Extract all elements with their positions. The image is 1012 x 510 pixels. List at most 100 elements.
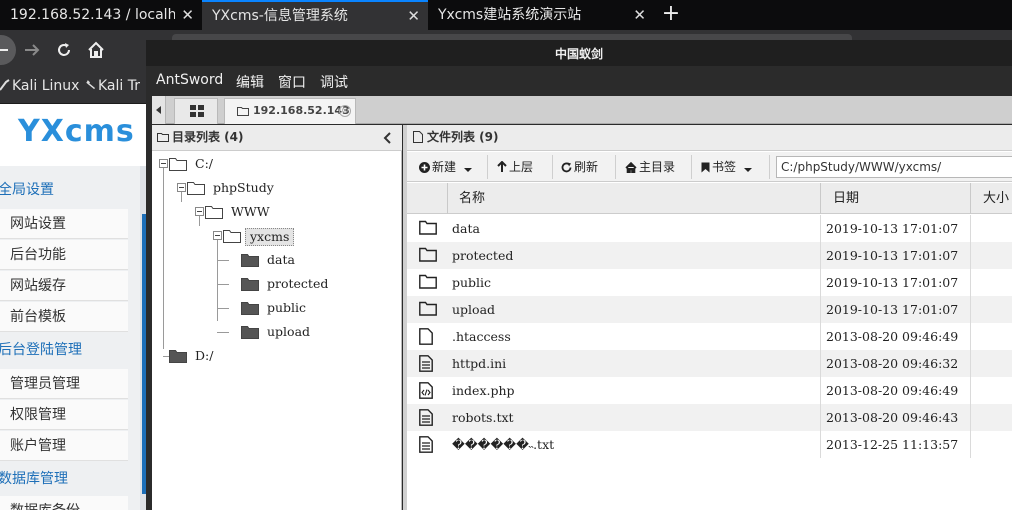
collapse-panel-icon[interactable] <box>382 131 394 145</box>
tab-home[interactable] <box>174 98 218 124</box>
home-button[interactable] <box>86 40 106 60</box>
refresh-button[interactable]: 刷新 <box>561 159 598 175</box>
tree-collapse-toggle[interactable] <box>159 159 168 168</box>
bookmark-kali-linux[interactable]: Kali Linux <box>0 78 79 94</box>
column-separator <box>447 183 448 214</box>
menu-window[interactable]: 窗口 <box>278 72 306 92</box>
home-dir-button[interactable]: 主目录 <box>625 159 675 175</box>
close-icon[interactable]: ✕ <box>181 0 194 30</box>
tab-title: Yxcms建站系统演示站 <box>438 7 582 23</box>
sidebar-item-site-settings[interactable]: 网站设置 <box>0 209 128 239</box>
new-button[interactable]: 新建 <box>419 159 474 175</box>
bookmark-button[interactable]: 书签 <box>701 159 754 175</box>
toolbar-separator <box>552 155 553 179</box>
menu-edit[interactable]: 编辑 <box>236 72 264 92</box>
folder-icon <box>241 326 259 339</box>
sidebar-section-database[interactable]: 数据库管理 <box>0 464 68 494</box>
column-header-name[interactable]: 名称 <box>459 183 485 214</box>
tab-file-manager[interactable]: 192.168.52.143 ⊗ <box>224 98 356 124</box>
cell-separator <box>820 350 821 377</box>
cell-separator <box>970 431 971 458</box>
folder-icon <box>157 133 169 142</box>
tab-close-icon[interactable]: ⊗ <box>339 105 351 117</box>
column-header-size[interactable]: 大小 <box>983 183 1009 214</box>
close-icon[interactable]: ✕ <box>407 2 420 30</box>
tree-node-label: upload <box>267 324 311 339</box>
tree-collapse-toggle[interactable] <box>177 183 186 192</box>
file-date: 2013-08-20 09:46:49 <box>826 329 959 344</box>
file-toolbar: 新建 上层 刷新 主目录 书签 C:/phpStudy/WWW/yxcms/ <box>407 152 1012 182</box>
sidebar-item-backend-functions[interactable]: 后台功能 <box>0 240 128 270</box>
folder-icon <box>241 254 259 267</box>
up-button[interactable]: 上层 <box>497 159 533 175</box>
table-row[interactable]: protected 2019-10-13 17:01:07 <box>407 242 1012 269</box>
sidebar-item-db-backup[interactable]: 数据库备份 <box>0 496 128 510</box>
file-date: 2013-08-20 09:46:43 <box>826 410 959 425</box>
file-icon <box>413 131 423 143</box>
folder-icon <box>419 301 437 316</box>
table-row[interactable]: data 2019-10-13 17:01:07 <box>407 215 1012 242</box>
table-row[interactable]: public 2019-10-13 17:01:07 <box>407 269 1012 296</box>
folder-icon <box>223 230 241 243</box>
reload-icon <box>58 43 70 56</box>
browser-tab-phpmyadmin[interactable]: 192.168.52.143 / localhos ✕ <box>0 0 202 30</box>
cell-separator <box>820 215 821 242</box>
cell-separator <box>970 242 971 269</box>
antsword-window: 中国蚁剑 AntSword 编辑 窗口 调试 192.168.52.143 ⊗ … <box>146 40 1012 510</box>
antsword-tab-strip: 192.168.52.143 ⊗ <box>152 96 1012 124</box>
file-name: .htaccess <box>452 329 511 344</box>
cell-separator <box>970 323 971 350</box>
cell-separator <box>970 377 971 404</box>
sidebar-section-login-management[interactable]: 后台登陆管理 <box>0 335 82 365</box>
column-header-date[interactable]: 日期 <box>833 183 859 214</box>
new-button-label: 新建 <box>432 160 457 174</box>
bookmark-label: Kali Tr <box>98 78 140 94</box>
caret-down-icon <box>743 168 752 172</box>
browser-tab-yxcms-demo[interactable]: Yxcms建站系统演示站 ✕ <box>428 0 654 30</box>
tab-scroll-left-button[interactable] <box>152 96 166 124</box>
tab-label: 192.168.52.143 <box>253 104 350 117</box>
table-row[interactable]: upload 2019-10-13 17:01:07 <box>407 296 1012 323</box>
back-button[interactable] <box>0 35 16 65</box>
cell-separator <box>820 377 821 404</box>
arrow-up-icon <box>497 160 507 172</box>
browser-tab-yxcms-admin[interactable]: YXcms-信息管理系统 ✕ <box>202 0 428 30</box>
table-row[interactable]: httpd.ini 2013-08-20 09:46:32 <box>407 350 1012 377</box>
sidebar-item-site-cache[interactable]: 网站缓存 <box>0 271 128 301</box>
reload-button[interactable] <box>54 40 74 60</box>
cell-separator <box>970 350 971 377</box>
bookmark-kali-tools[interactable]: Kali Tr <box>86 78 140 94</box>
code-file-icon <box>419 382 433 399</box>
table-row[interactable]: robots.txt 2013-08-20 09:46:43 <box>407 404 1012 431</box>
forward-button[interactable] <box>22 40 42 60</box>
folder-open-icon <box>237 107 249 116</box>
menu-debug[interactable]: 调试 <box>320 72 348 92</box>
folder-icon <box>169 350 187 363</box>
directory-panel: 目录列表 (4) C:/ phpStudy WWW yxcms data pro… <box>152 125 402 510</box>
file-name: upload <box>452 302 496 317</box>
file-name: public <box>452 275 492 290</box>
tree-collapse-toggle[interactable] <box>213 231 222 240</box>
table-row[interactable]: index.php 2013-08-20 09:46:49 <box>407 377 1012 404</box>
sidebar-item-permissions[interactable]: 权限管理 <box>0 400 128 430</box>
toolbar-separator <box>691 155 692 179</box>
new-tab-button[interactable]: + <box>658 0 684 30</box>
tree-line <box>217 332 229 333</box>
close-icon[interactable]: ✕ <box>633 0 646 30</box>
tree-line <box>163 164 164 349</box>
table-row[interactable]: ������˵.txt 2013-12-25 11:13:57 <box>407 431 1012 458</box>
cell-separator <box>820 269 821 296</box>
sidebar-item-frontend-template[interactable]: 前台模板 <box>0 302 128 332</box>
sidebar-section-global[interactable]: 全局设置 <box>0 175 54 205</box>
file-grid-header: 名称 日期 大小 <box>407 183 1012 214</box>
sidebar-item-admin-management[interactable]: 管理员管理 <box>0 369 128 399</box>
tree-line <box>217 260 229 261</box>
tree-node-label: protected <box>267 276 329 291</box>
path-input[interactable]: C:/phpStudy/WWW/yxcms/ <box>776 156 1012 178</box>
menu-antsword[interactable]: AntSword <box>156 72 223 88</box>
home-dir-button-label: 主目录 <box>639 160 676 174</box>
kali-tools-icon <box>86 80 96 90</box>
table-row[interactable]: .htaccess 2013-08-20 09:46:49 <box>407 323 1012 350</box>
sidebar-item-accounts[interactable]: 账户管理 <box>0 431 128 461</box>
tree-collapse-toggle[interactable] <box>195 207 204 216</box>
